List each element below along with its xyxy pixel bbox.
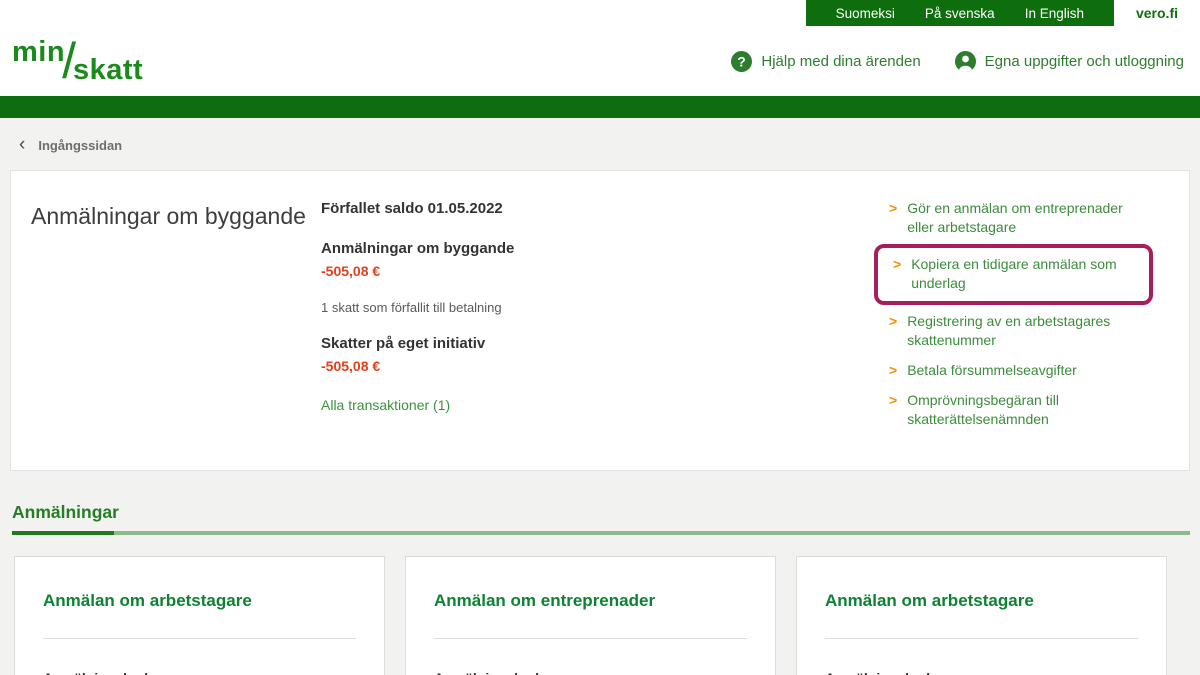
action-link-label: Gör en anmälan om entreprenader eller ar… [907,200,1123,235]
vero-fi-link[interactable]: vero.fi [1136,5,1178,21]
report-card-title: Anmälan om arbetstagare [43,591,252,610]
chevron-left-icon: ‹ [19,134,26,155]
section-tabs: Anmälningar [12,502,1190,535]
language-link-finnish[interactable]: Suomeksi [836,6,895,21]
language-strip: Suomeksi På svenska In English [805,0,1114,26]
action-link-copy-previous-report[interactable]: > Kopiera en tidigare anmälan som underl… [874,244,1153,305]
profile-logout-label: Egna uppgifter och utloggning [984,52,1184,70]
brand-box: vero.fi [1114,0,1200,26]
balance-item: Anmälningar om byggande -505,08 € [321,240,859,279]
action-link-label: Kopiera en tidigare anmälan som underlag [911,256,1117,291]
help-link-label: Hjälp med dina ärenden [761,52,921,70]
user-icon [954,50,976,72]
balance-column: Förfallet saldo 01.05.2022 Anmälningar o… [321,197,889,440]
report-card-title: Anmälan om entreprenader [434,591,656,610]
overdue-note: 1 skatt som förfallit till betalning [321,300,502,315]
language-link-swedish[interactable]: På svenska [925,6,995,21]
chevron-right-icon: > [889,200,898,216]
card-divider [825,638,1138,639]
tab-underline [12,531,1190,535]
question-mark-icon: ? [731,50,753,72]
report-card-employees-1: Anmälan om arbetstagare Anmälningskod [14,556,385,675]
balance-item-label: Skatter på eget initiativ [321,335,486,352]
report-card-employees-2: Anmälan om arbetstagare Anmälningskod [796,556,1167,675]
profile-logout-link[interactable]: Egna uppgifter och utloggning [954,50,1184,72]
report-code-label: Anmälningskod [43,670,356,675]
action-link-label: Registrering av en arbetstagares skatten… [907,313,1111,348]
action-link-label: Omprövningsbegäran till skatterättelsenä… [907,392,1059,427]
header-links: ? Hjälp med dina ärenden Egna uppgifter … [731,50,1184,72]
site-header: min / skatt ? Hjälp med dina ärenden Egn… [0,26,1200,96]
balance-item-label: Anmälningar om byggande [321,240,515,257]
tab-anmalningar[interactable]: Anmälningar [12,502,119,523]
page-title: Anmälningar om byggande [31,203,306,229]
action-links: > Gör en anmälan om entreprenader eller … [874,197,1153,440]
balance-item: Skatter på eget initiativ -505,08 € [321,335,859,374]
report-card-contracts: Anmälan om entreprenader Anmälningskod [405,556,776,675]
action-link-pay-negligence-fees[interactable]: > Betala försummelseavgifter [889,361,1145,380]
balance-heading: Förfallet saldo 01.05.2022 [321,200,503,217]
main-content: ‹ Ingångssidan Anmälningar om byggande F… [0,118,1200,675]
report-cards: Anmälan om arbetstagare Anmälningskod An… [14,556,1190,675]
balance-item-amount: -505,08 € [321,358,381,374]
svg-text:?: ? [738,53,747,69]
action-link-claim-adjustment[interactable]: > Omprövningsbegäran till skatterättelse… [889,391,1145,429]
minskatt-logo[interactable]: min / skatt [12,35,144,87]
chevron-right-icon: > [889,392,898,408]
breadcrumb-label: Ingångssidan [38,138,123,153]
chevron-right-icon: > [889,313,898,329]
language-bar: Suomeksi På svenska In English vero.fi [0,0,1200,26]
header-divider-bar [0,96,1200,118]
report-code-label: Anmälningskod [434,670,747,675]
action-link-tax-number-registration[interactable]: > Registrering av en arbetstagares skatt… [889,312,1145,350]
help-link[interactable]: ? Hjälp med dina ärenden [731,50,921,72]
report-code-label: Anmälningskod [825,670,1138,675]
logo-text-skatt: skatt [72,53,144,86]
all-transactions-link[interactable]: Alla transaktioner (1) [321,397,450,413]
balance-item-amount: -505,08 € [321,263,381,279]
tab-active-indicator [12,531,114,535]
breadcrumb-back-link[interactable]: ‹ Ingångssidan [19,134,1190,155]
card-divider [434,638,747,639]
logo-text-min: min [12,35,66,68]
card-divider [43,638,356,639]
action-link-label: Betala försummelseavgifter [907,362,1077,378]
summary-card: Anmälningar om byggande Förfallet saldo … [10,170,1190,471]
action-link-new-report[interactable]: > Gör en anmälan om entreprenader eller … [889,199,1145,237]
language-link-english[interactable]: In English [1025,6,1084,21]
chevron-right-icon: > [893,256,902,272]
report-card-title: Anmälan om arbetstagare [825,591,1034,610]
chevron-right-icon: > [889,362,898,378]
